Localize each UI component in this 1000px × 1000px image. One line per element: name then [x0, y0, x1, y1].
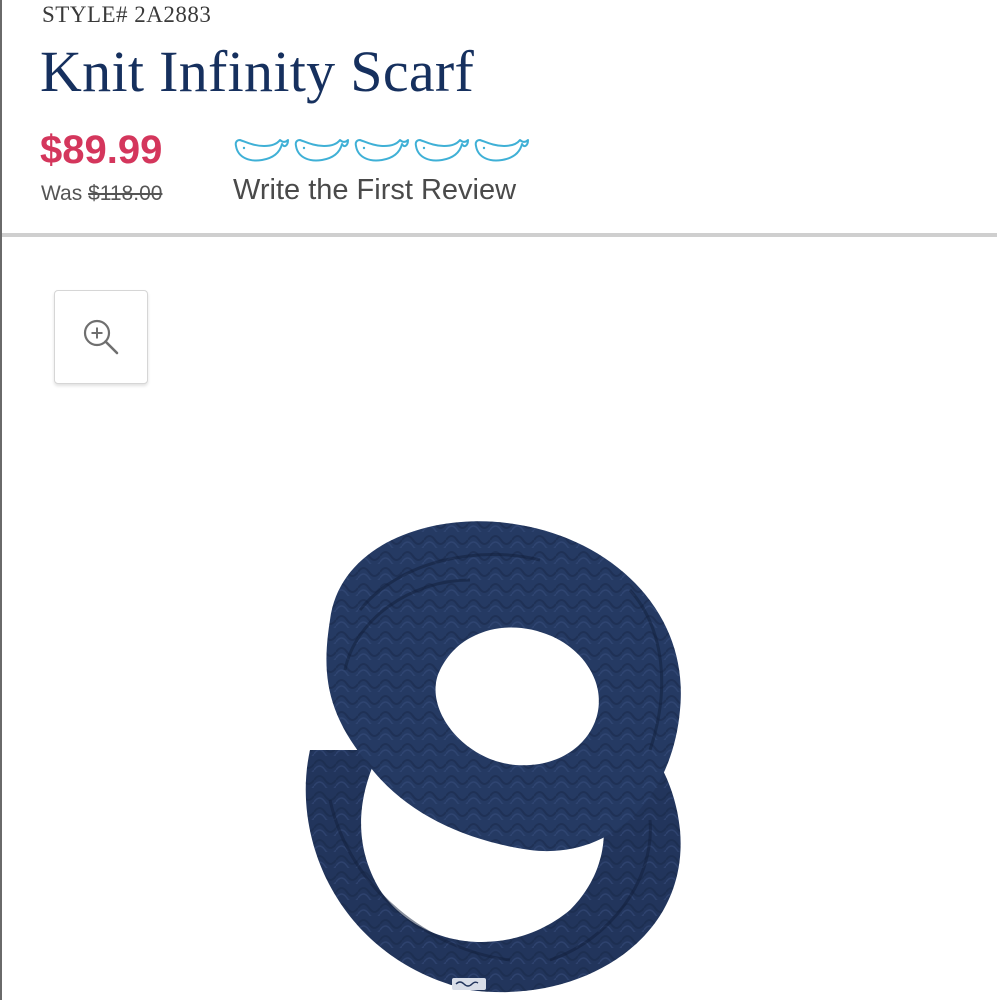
whale-rating[interactable] — [232, 136, 530, 166]
divider — [2, 233, 997, 237]
was-price: Was $118.00 — [41, 182, 162, 206]
left-border — [0, 0, 2, 1000]
whale-outline-icon[interactable] — [292, 136, 350, 166]
whale-outline-icon[interactable] — [412, 136, 470, 166]
whale-logo-tag — [452, 978, 486, 990]
scarf-upper-loop — [326, 521, 681, 852]
zoom-button[interactable] — [54, 290, 148, 384]
whale-outline-icon[interactable] — [232, 136, 290, 166]
zoom-in-icon — [83, 319, 119, 355]
original-price: $118.00 — [88, 182, 163, 205]
whale-outline-icon[interactable] — [472, 136, 530, 166]
sale-price: $89.99 — [40, 128, 163, 172]
style-number: STYLE# 2A2883 — [42, 2, 212, 27]
product-title: Knit Infinity Scarf — [40, 39, 475, 104]
was-label: Was — [41, 182, 83, 205]
product-image[interactable] — [270, 500, 710, 1000]
write-review-link[interactable]: Write the First Review — [233, 174, 516, 207]
whale-outline-icon[interactable] — [352, 136, 410, 166]
